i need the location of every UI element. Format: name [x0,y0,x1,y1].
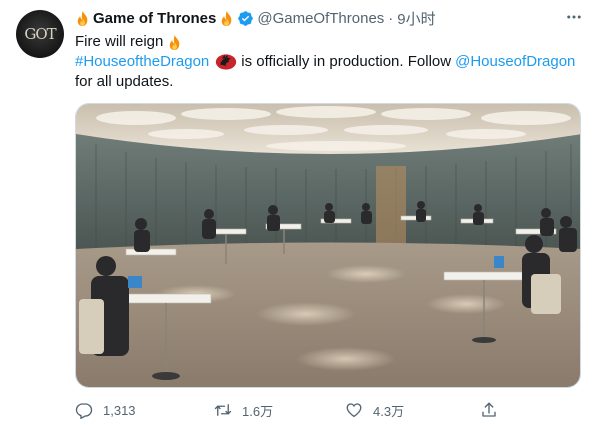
retweet-icon [214,404,232,416]
tweet-header: Game of Thrones @GameOfThrones · 9小时 [75,8,436,28]
like-button[interactable]: 4.3万 [345,400,404,420]
retweet-count: 1.6万 [242,403,274,419]
tweet-line-2: #HouseoftheDragon is officially in produ… [75,52,580,72]
tweet[interactable]: GOT Game of Thrones @GameOfThrones · 9小时… [0,0,593,425]
share-icon [482,402,496,417]
reply-button[interactable]: 1,313 [75,400,136,420]
fire-emoji-icon [170,34,180,50]
reply-icon [75,403,93,419]
tweet-text-line3: for all updates. [75,73,174,90]
avatar[interactable]: GOT [16,10,64,58]
table-read-photo [76,104,580,387]
tweet-text-line2: is officially in production. Follow [241,53,452,70]
retweet-button[interactable]: 1.6万 [214,400,273,420]
avatar-logo-text: GOT [24,25,56,43]
dragon-sigil-emoji-icon [216,54,237,70]
mention-link[interactable]: @HouseofDragon [455,52,575,72]
like-count: 4.3万 [373,403,405,419]
fire-emoji-icon [222,10,232,26]
tweet-line-3: for all updates. [75,72,580,92]
tweet-text: Fire will reign #HouseoftheDragon is off… [75,32,580,92]
verified-badge-icon [238,10,254,26]
more-options-icon[interactable] [563,8,585,28]
tweet-photo[interactable] [75,103,581,388]
share-button[interactable] [480,400,508,420]
separator-dot: · [388,9,394,27]
hashtag-link[interactable]: #HouseoftheDragon [75,52,209,72]
tweet-actions: 1,313 1.6万 4.3万 [75,400,580,420]
tweet-line-1: Fire will reign [75,32,580,52]
display-name[interactable]: Game of Thrones [93,10,216,27]
handle[interactable]: @GameOfThrones [257,10,384,27]
like-icon [346,403,362,418]
tweet-text-line1: Fire will reign [75,33,164,50]
fire-emoji-icon [77,10,88,26]
timestamp[interactable]: 9小时 [397,8,435,29]
reply-count: 1,313 [103,402,136,418]
